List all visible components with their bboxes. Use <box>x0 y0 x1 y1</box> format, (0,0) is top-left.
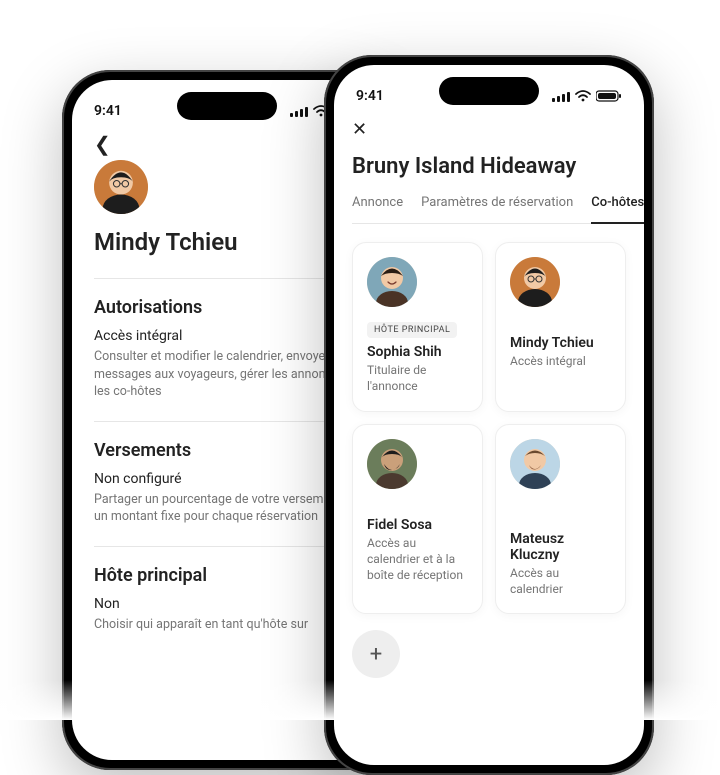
phone-listing: 9:41 ✕ Bruny Island Hideaway Annonce Par… <box>324 55 654 775</box>
avatar <box>367 257 417 307</box>
tab-cohosts[interactable]: Co-hôtes <box>591 195 644 224</box>
cohost-card[interactable]: Mateusz Kluczny Accès au calendrier <box>495 424 626 614</box>
section-title: Hôte principal <box>94 565 360 586</box>
cohost-name: Sophia Shih <box>367 344 468 360</box>
section-permissions[interactable]: Autorisations Accès intégral Consulter e… <box>94 278 360 421</box>
section-desc: Partager un pourcentage de votre verseme… <box>94 491 360 526</box>
section-title: Autorisations <box>94 297 360 318</box>
section-value: Non <box>94 596 360 612</box>
section-desc: Consulter et modifier le calendrier, env… <box>94 348 360 401</box>
section-value: Non configuré <box>94 471 360 487</box>
signal-icon <box>290 106 308 117</box>
tab-listing[interactable]: Annonce <box>352 195 403 223</box>
cohost-grid: HÔTE PRINCIPAL Sophia Shih Titulaire de … <box>352 242 626 678</box>
status-indicators <box>552 90 622 102</box>
plus-icon: + <box>352 630 400 678</box>
cohost-card[interactable]: Fidel Sosa Accès au calendrier et à la b… <box>352 424 483 614</box>
back-button[interactable]: ❮ <box>94 134 111 154</box>
primary-host-badge: HÔTE PRINCIPAL <box>367 322 457 338</box>
cohost-role: Titulaire de l'annonce <box>367 362 468 394</box>
cohost-card[interactable]: Mindy Tchieu Accès intégral <box>495 242 626 412</box>
cohost-name: Mateusz Kluczny <box>510 531 611 563</box>
wifi-icon <box>575 90 591 102</box>
cohost-name: Fidel Sosa <box>367 517 468 533</box>
cohost-role: Accès intégral <box>510 353 611 369</box>
status-time: 9:41 <box>94 103 122 119</box>
battery-icon <box>596 90 622 102</box>
section-primary-host[interactable]: Hôte principal Non Choisir qui apparaît … <box>94 546 360 654</box>
page-title: Mindy Tchieu <box>94 228 360 256</box>
notch <box>439 77 539 105</box>
tabs: Annonce Paramètres de réservation Co-hôt… <box>352 195 626 224</box>
cohost-name: Mindy Tchieu <box>510 335 611 351</box>
add-cohost-button[interactable]: + <box>352 626 483 678</box>
avatar[interactable] <box>94 160 148 214</box>
close-button[interactable]: ✕ <box>352 119 367 140</box>
section-title: Versements <box>94 440 360 461</box>
avatar <box>367 439 417 489</box>
section-value: Accès intégral <box>94 328 360 344</box>
tab-booking-settings[interactable]: Paramètres de réservation <box>421 195 573 223</box>
status-time: 9:41 <box>356 88 384 104</box>
signal-icon <box>552 91 570 102</box>
notch <box>177 92 277 120</box>
listing-title: Bruny Island Hideaway <box>352 154 626 179</box>
cohost-card[interactable]: HÔTE PRINCIPAL Sophia Shih Titulaire de … <box>352 242 483 412</box>
avatar <box>510 439 560 489</box>
section-payouts[interactable]: Versements Non configuré Partager un pou… <box>94 421 360 546</box>
cohost-role: Accès au calendrier <box>510 565 611 597</box>
cohost-role: Accès au calendrier et à la boîte de réc… <box>367 535 468 584</box>
section-desc: Choisir qui apparaît en tant qu'hôte sur <box>94 616 360 634</box>
avatar <box>510 257 560 307</box>
